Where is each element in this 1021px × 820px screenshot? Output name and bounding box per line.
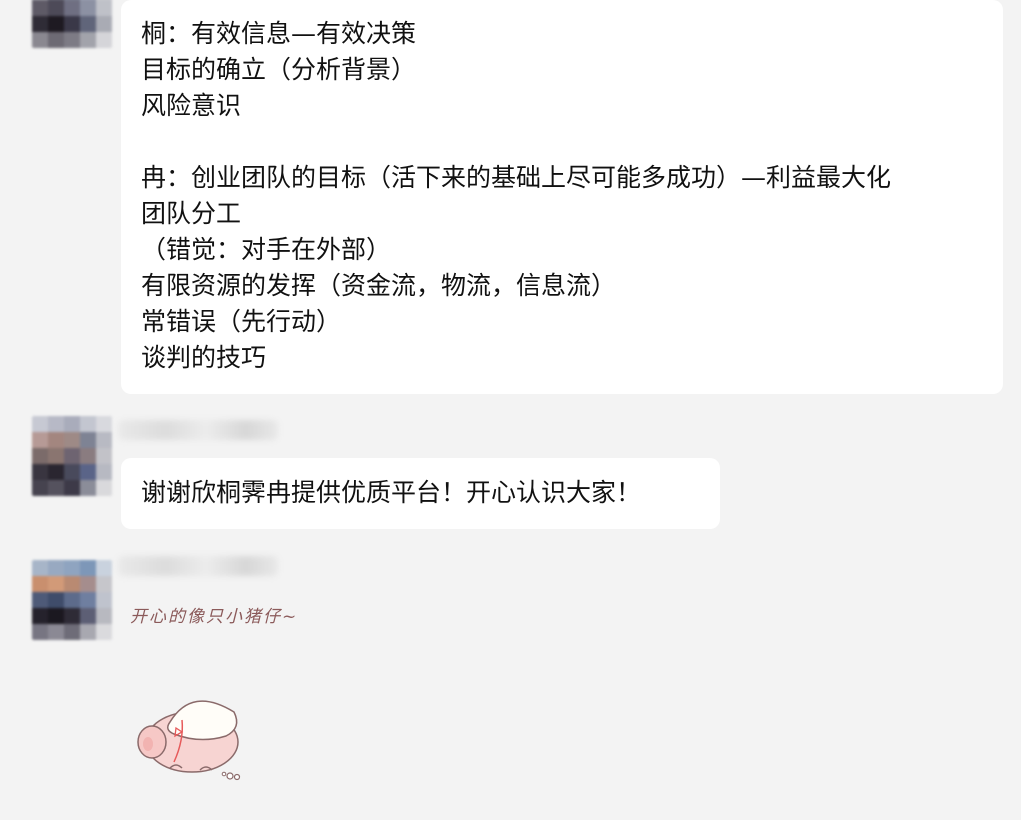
avatar[interactable] (32, 0, 112, 48)
message-line (141, 124, 891, 160)
pig-sticker-icon[interactable] (130, 680, 250, 790)
message-line: 目标的确立（分析背景） (141, 55, 417, 84)
sender-name (118, 556, 278, 576)
message-line: 常错误（先行动） (141, 307, 342, 336)
message-bubble[interactable]: 桐：有效信息—有效决策 目标的确立（分析背景） 风险意识 冉：创业团队的目标（活… (121, 0, 1003, 394)
message-line: （错觉：对手在外部） (141, 235, 392, 264)
message-line: 桐：有效信息—有效决策 (141, 19, 417, 48)
message-line: 团队分工 (141, 199, 242, 228)
message-bubble[interactable]: 谢谢欣桐霁冉提供优质平台！开心认识大家！ (121, 458, 720, 529)
avatar[interactable] (32, 416, 112, 496)
avatar[interactable] (32, 560, 112, 640)
message-line: 冉：创业团队的目标（活下来的基础上尽可能多成功）—利益最大化 (141, 163, 892, 192)
sender-name (118, 420, 278, 440)
sticker-caption: 开心的像只小猪仔~ (130, 607, 299, 627)
message-line: 风险意识 (141, 91, 242, 120)
message-line: 谈判的技巧 (141, 343, 267, 372)
message-line: 谢谢欣桐霁冉提供优质平台！开心认识大家！ (141, 478, 642, 507)
message-line: 有限资源的发挥（资金流，物流，信息流） (141, 271, 617, 300)
